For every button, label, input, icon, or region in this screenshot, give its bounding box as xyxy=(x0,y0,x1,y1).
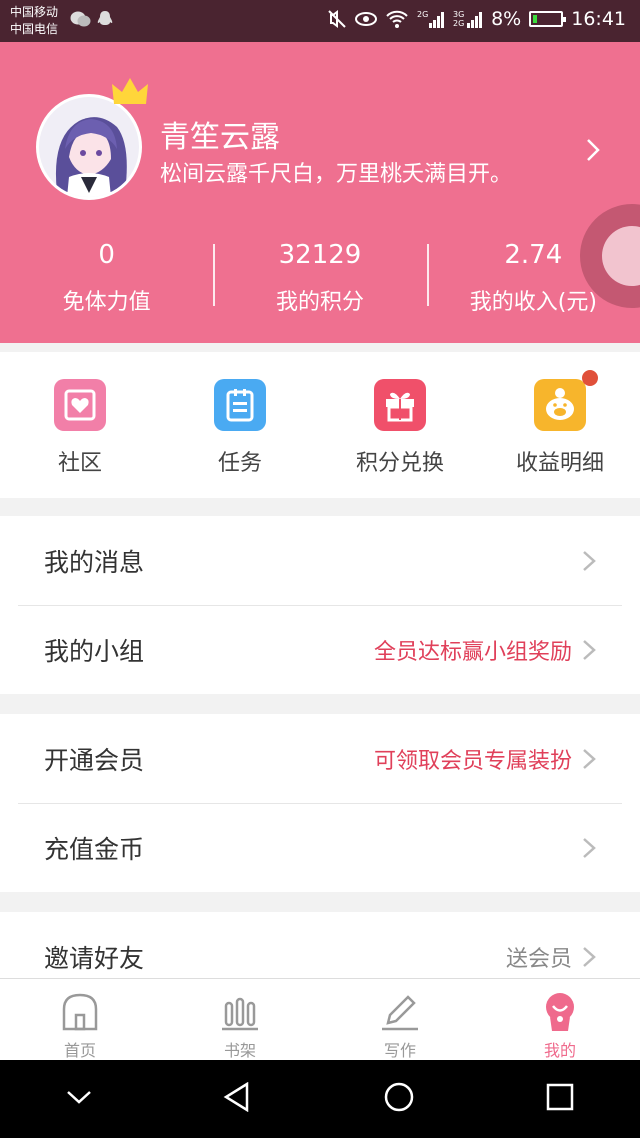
menu-promo-text: 可领取会员专属装扮 xyxy=(373,748,572,774)
system-nav-bar xyxy=(0,1060,640,1138)
menu-title: 我的消息 xyxy=(44,547,145,577)
stat-value: 2.74 xyxy=(504,240,563,270)
shortcut-label: 任务 xyxy=(217,451,262,476)
menu-group-invite: 邀请好友 送会员 xyxy=(0,912,640,978)
chevron-right-icon xyxy=(583,550,596,571)
nav-write[interactable]: 写作 xyxy=(320,979,480,1060)
nav-label: 首页 xyxy=(63,1041,96,1060)
notification-icons xyxy=(70,10,116,28)
carrier-1: 中国移动 xyxy=(10,5,59,19)
stat-label: 免体力值 xyxy=(62,290,151,315)
battery-icon xyxy=(529,11,567,27)
bottom-nav: 首页 书架 写作 我的 xyxy=(0,978,640,1060)
svg-text:2G: 2G xyxy=(417,10,428,19)
menu-my-messages[interactable]: 我的消息 xyxy=(0,516,640,605)
chevron-right-icon xyxy=(583,748,596,769)
profile-icon xyxy=(546,993,574,1031)
svg-text:3G: 3G xyxy=(453,10,464,19)
carrier-2: 中国电信 xyxy=(10,22,59,36)
nav-label: 写作 xyxy=(383,1041,416,1060)
stat-label: 我的收入(元) xyxy=(469,290,597,315)
menu-promo-text: 全员达标赢小组奖励 xyxy=(373,639,572,665)
home-icon xyxy=(62,993,98,1031)
status-bar: 中国移动 中国电信 2G 3G 2G 8% 16:41 xyxy=(0,0,640,42)
stat-value: 0 xyxy=(98,240,115,270)
recent-apps-icon[interactable] xyxy=(546,1083,574,1115)
chevron-right-icon xyxy=(583,946,596,967)
menu-invite-friends[interactable]: 邀请好友 送会员 xyxy=(0,912,640,978)
eye-icon xyxy=(355,9,378,29)
menu-my-group[interactable]: 我的小组 全员达标赢小组奖励 xyxy=(0,605,640,694)
nav-label: 我的 xyxy=(543,1041,576,1060)
menu-open-vip[interactable]: 开通会员 可领取会员专属装扮 xyxy=(0,714,640,803)
chevron-right-icon[interactable] xyxy=(586,138,600,166)
clock: 16:41 xyxy=(571,8,626,30)
profile-header[interactable]: 青笙云露 松间云露千尺白，万里桃夭满目开。 0 免体力值 32129 我的积分 … xyxy=(0,42,640,343)
crown-icon xyxy=(110,76,150,114)
carrier-info: 中国移动 中国电信 xyxy=(10,4,58,38)
mute-icon xyxy=(327,9,347,29)
task-icon xyxy=(214,379,266,431)
menu-title: 我的小组 xyxy=(44,636,145,666)
menu-group-payment: 开通会员 可领取会员专属装扮 充值金币 xyxy=(0,714,640,892)
svg-text:2G: 2G xyxy=(453,19,464,28)
menu-title: 充值金币 xyxy=(44,834,145,864)
wifi-icon xyxy=(385,9,409,29)
wechat-icon xyxy=(70,10,91,28)
shortcut-grid: 社区 任务 积分兑换 收益明细 xyxy=(0,352,640,498)
community-icon xyxy=(54,379,106,431)
shortcut-label: 收益明细 xyxy=(515,451,604,476)
battery-percent: 8% xyxy=(491,8,522,30)
shortcut-task[interactable]: 任务 xyxy=(160,352,320,498)
bookshelf-icon xyxy=(222,997,258,1031)
menu-group-social: 我的消息 我的小组 全员达标赢小组奖励 xyxy=(0,516,640,694)
menu-title: 邀请好友 xyxy=(44,943,145,973)
stat-value: 32129 xyxy=(278,240,362,270)
chevron-right-icon xyxy=(583,837,596,858)
nav-label: 书架 xyxy=(223,1041,256,1060)
status-right: 2G 3G 2G 8% 16:41 xyxy=(327,8,626,30)
home-circle-icon[interactable] xyxy=(383,1081,415,1117)
shortcut-income-details[interactable]: 收益明细 xyxy=(480,352,640,498)
notification-dot xyxy=(582,370,598,386)
profile-motto: 松间云露千尺白，万里桃夭满目开。 xyxy=(160,162,513,187)
pen-icon xyxy=(382,995,418,1031)
menu-recharge-coins[interactable]: 充值金币 xyxy=(0,803,640,892)
piggy-bank-icon xyxy=(534,379,586,431)
nav-home[interactable]: 首页 xyxy=(0,979,160,1060)
signal-3g-icon: 3G 2G xyxy=(453,9,483,29)
gift-icon xyxy=(374,379,426,431)
stats-bar: 0 免体力值 32129 我的积分 2.74 我的收入(元) xyxy=(0,238,640,318)
shortcut-points-exchange[interactable]: 积分兑换 xyxy=(320,352,480,498)
signal-2g-icon: 2G xyxy=(417,9,445,29)
chevron-right-icon xyxy=(583,639,596,660)
shortcut-label: 社区 xyxy=(57,451,102,476)
stat-income[interactable]: 2.74 我的收入(元) xyxy=(426,238,640,318)
menu-title: 开通会员 xyxy=(44,745,145,775)
stat-label: 我的积分 xyxy=(275,290,364,315)
menu-promo-text: 送会员 xyxy=(505,946,572,972)
qq-icon xyxy=(96,10,116,28)
stat-stamina[interactable]: 0 免体力值 xyxy=(0,238,213,318)
shortcut-community[interactable]: 社区 xyxy=(0,352,160,498)
shortcut-label: 积分兑换 xyxy=(355,451,444,476)
nickname: 青笙云露 xyxy=(160,120,280,155)
back-icon[interactable] xyxy=(223,1081,251,1116)
stat-points[interactable]: 32129 我的积分 xyxy=(213,238,426,318)
chevron-down-icon[interactable] xyxy=(66,1089,92,1109)
nav-profile[interactable]: 我的 xyxy=(480,979,640,1060)
nav-bookshelf[interactable]: 书架 xyxy=(160,979,320,1060)
